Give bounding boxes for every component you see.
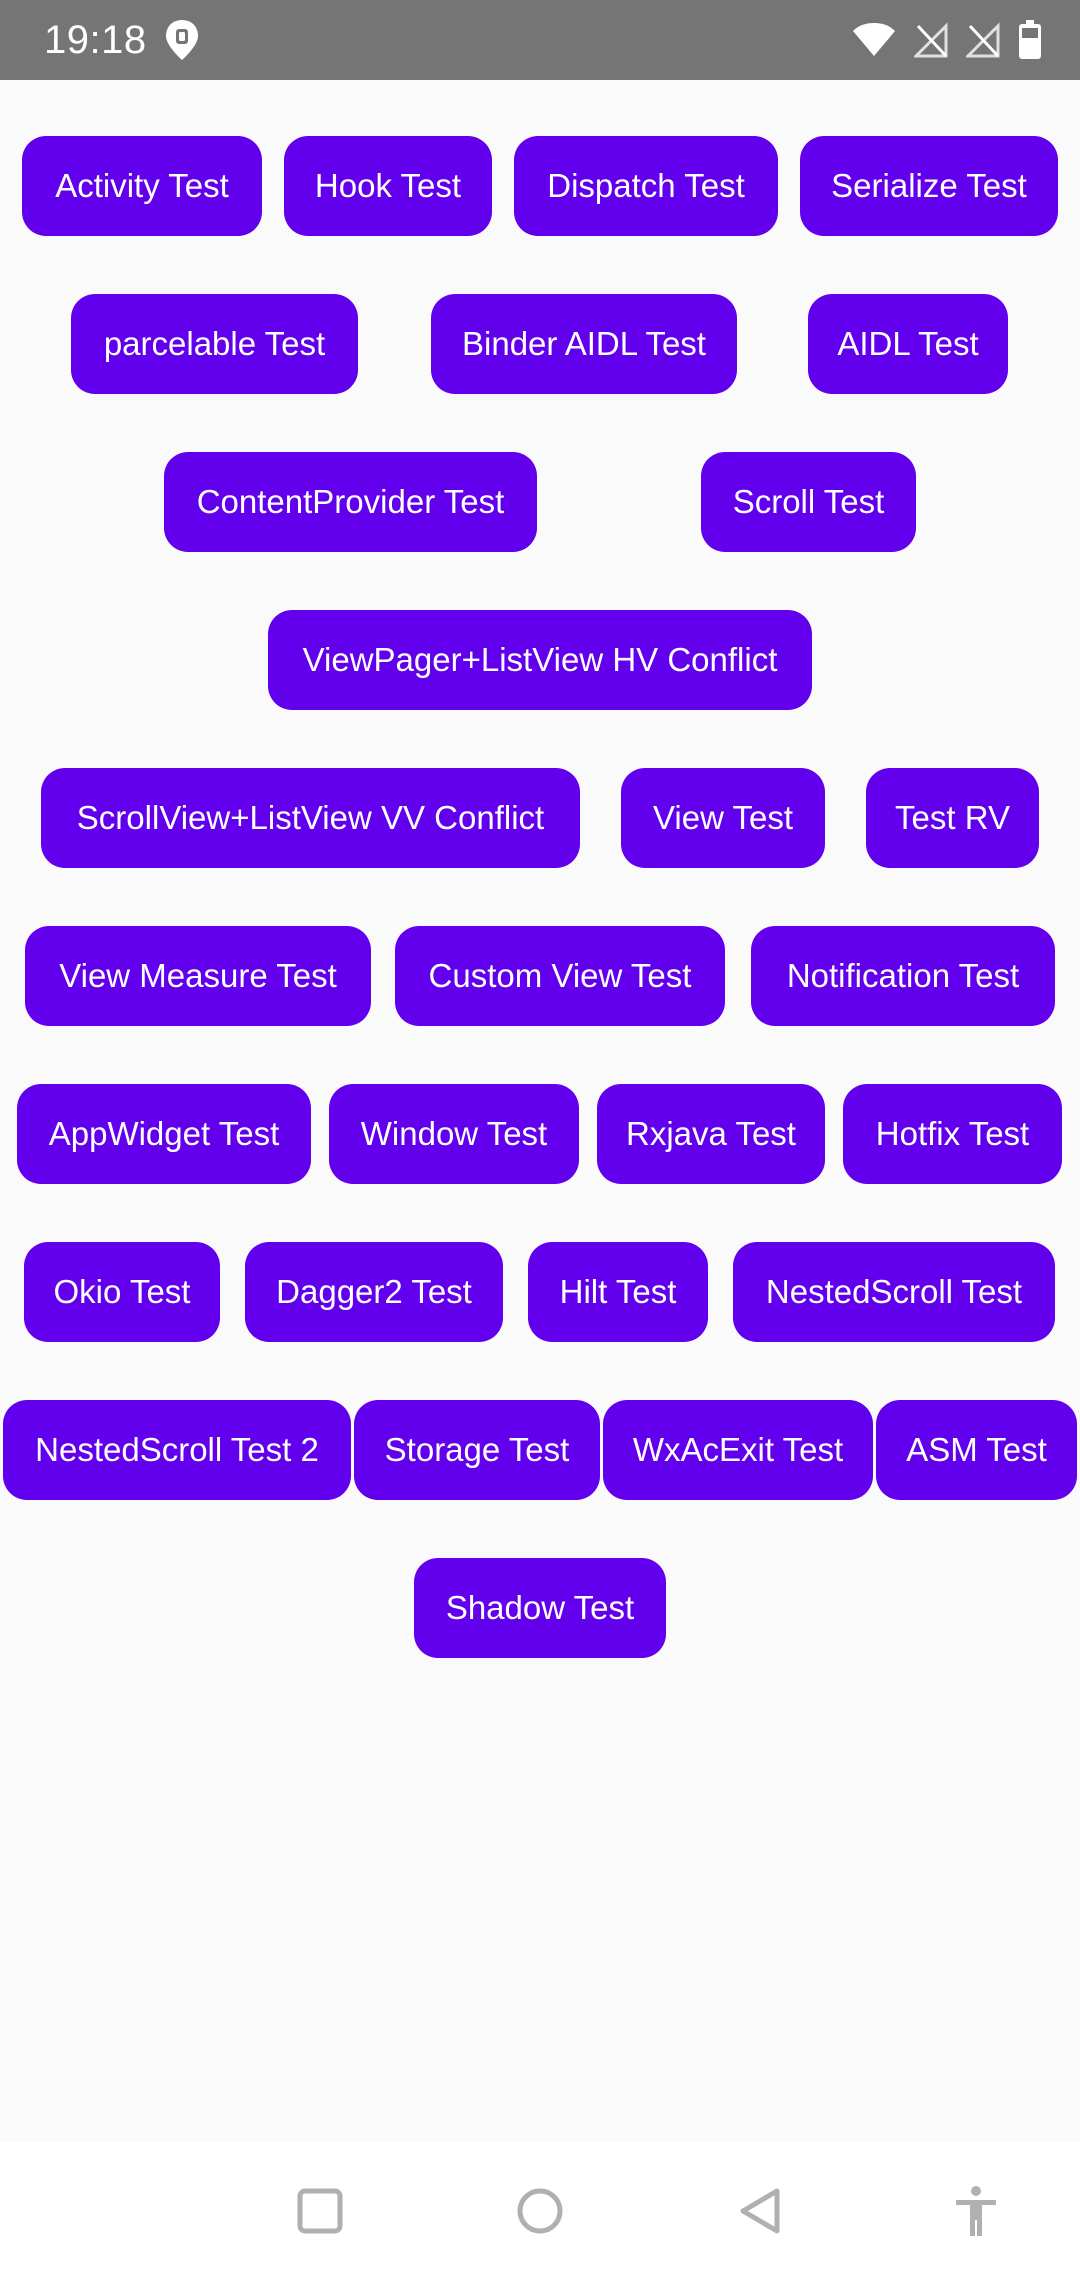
button-row: Shadow Test [0, 1558, 1080, 1658]
hook-test-button[interactable]: Hook Test [284, 136, 492, 236]
test-rv-button[interactable]: Test RV [866, 768, 1039, 868]
wxacexit-test-button[interactable]: WxAcExit Test [603, 1400, 873, 1500]
rxjava-test-button[interactable]: Rxjava Test [597, 1084, 825, 1184]
asm-test-button[interactable]: ASM Test [876, 1400, 1077, 1500]
appwidget-test-button[interactable]: AppWidget Test [17, 1084, 311, 1184]
binder-aidl-test-button[interactable]: Binder AIDL Test [431, 294, 737, 394]
custom-view-test-button[interactable]: Custom View Test [395, 926, 725, 1026]
nestedscroll-test-2-button[interactable]: NestedScroll Test 2 [3, 1400, 351, 1500]
no-sim-icon [966, 22, 1000, 58]
dagger2-test-button[interactable]: Dagger2 Test [245, 1242, 503, 1342]
nestedscroll-test-button[interactable]: NestedScroll Test [733, 1242, 1055, 1342]
wifi-icon [852, 22, 896, 58]
button-row: NestedScroll Test 2 Storage Test WxAcExi… [0, 1400, 1080, 1500]
dispatch-test-button[interactable]: Dispatch Test [514, 136, 778, 236]
button-row: AppWidget Test Window Test Rxjava Test H… [0, 1084, 1080, 1184]
back-triangle-icon[interactable] [731, 2181, 791, 2241]
location-pin-icon [164, 18, 200, 62]
no-sim-icon [914, 22, 948, 58]
serialize-test-button[interactable]: Serialize Test [800, 136, 1058, 236]
button-row: ViewPager+ListView HV Conflict [0, 610, 1080, 710]
button-row: Activity Test Hook Test Dispatch Test Se… [0, 136, 1080, 236]
storage-test-button[interactable]: Storage Test [354, 1400, 600, 1500]
button-row: View Measure Test Custom View Test Notif… [0, 926, 1080, 1026]
aidl-test-button[interactable]: AIDL Test [808, 294, 1008, 394]
okio-test-button[interactable]: Okio Test [24, 1242, 220, 1342]
button-row: parcelable Test Binder AIDL Test AIDL Te… [0, 294, 1080, 394]
shadow-test-button[interactable]: Shadow Test [414, 1558, 666, 1658]
button-row: Okio Test Dagger2 Test Hilt Test NestedS… [0, 1242, 1080, 1342]
window-test-button[interactable]: Window Test [329, 1084, 579, 1184]
status-time: 19:18 [44, 18, 147, 62]
viewpager-listview-hv-conflict-button[interactable]: ViewPager+ListView HV Conflict [268, 610, 812, 710]
status-icons [852, 18, 1042, 62]
main-content: Activity Test Hook Test Dispatch Test Se… [0, 80, 1080, 2142]
activity-test-button[interactable]: Activity Test [22, 136, 262, 236]
hotfix-test-button[interactable]: Hotfix Test [843, 1084, 1062, 1184]
battery-icon [1018, 20, 1042, 60]
hilt-test-button[interactable]: Hilt Test [528, 1242, 708, 1342]
scrollview-listview-vv-conflict-button[interactable]: ScrollView+ListView VV Conflict [41, 768, 580, 868]
navigation-bar [0, 2142, 1080, 2280]
notification-test-button[interactable]: Notification Test [751, 926, 1055, 1026]
accessibility-icon[interactable] [946, 2181, 1006, 2241]
recents-square-icon[interactable] [290, 2181, 350, 2241]
scroll-test-button[interactable]: Scroll Test [701, 452, 916, 552]
button-row: ContentProvider Test Scroll Test [0, 452, 1080, 552]
home-circle-icon[interactable] [510, 2181, 570, 2241]
view-measure-test-button[interactable]: View Measure Test [25, 926, 371, 1026]
contentprovider-test-button[interactable]: ContentProvider Test [164, 452, 537, 552]
status-bar: 19:18 [0, 0, 1080, 80]
button-row: ScrollView+ListView VV Conflict View Tes… [0, 768, 1080, 868]
view-test-button[interactable]: View Test [621, 768, 825, 868]
parcelable-test-button[interactable]: parcelable Test [71, 294, 358, 394]
